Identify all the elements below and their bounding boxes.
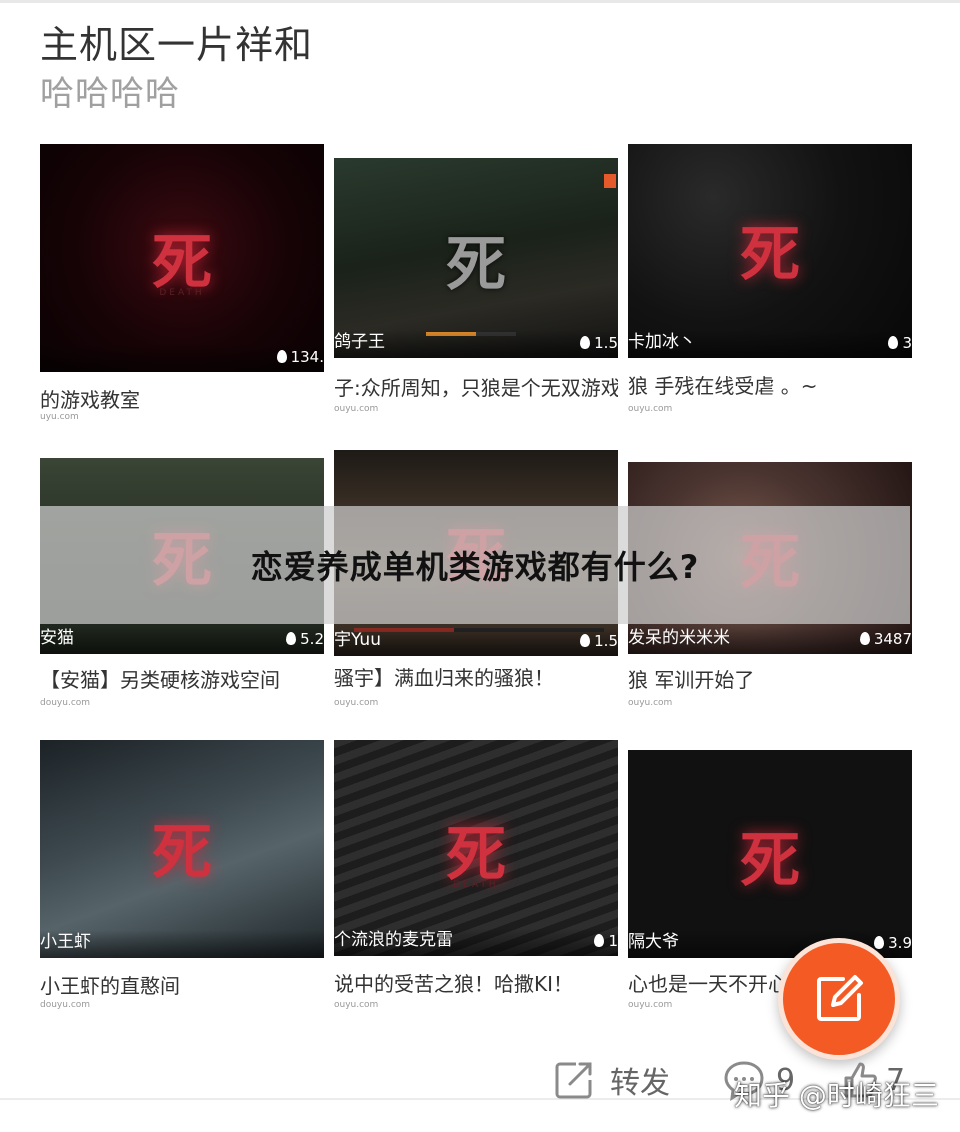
streamer-bar: 134.: [40, 344, 324, 372]
stream-thumbnail: 死 卡加冰丶 3: [628, 144, 912, 358]
top-divider: [0, 0, 960, 3]
streamer-bar: 个流浪的麦克雷 1: [334, 928, 618, 956]
death-text: 死: [152, 818, 212, 888]
heat-count: 5.2: [286, 630, 324, 648]
stream-description: 狼 手残在线受虐 。~: [628, 374, 818, 398]
site-label: ouyu.com: [334, 698, 379, 708]
death-text: 死: [740, 826, 800, 896]
streamer-bar: 宇Yuu 1.5: [334, 628, 618, 656]
streamer-name: 宇Yuu: [334, 630, 381, 650]
stream-thumbnail: 死 小王虾: [40, 740, 324, 958]
streamer-name: 隔大爷: [628, 932, 679, 952]
streamer-name: 小王虾: [40, 932, 91, 952]
flame-icon: [580, 336, 591, 349]
flame-icon: [859, 632, 870, 645]
site-label: ouyu.com: [334, 404, 379, 414]
post-subtitle: 哈哈哈哈: [40, 74, 180, 114]
heat-count: 3: [888, 334, 912, 352]
flame-icon: [874, 936, 885, 949]
flame-icon: [286, 632, 297, 645]
site-label: ouyu.com: [628, 698, 673, 708]
share-icon: [555, 1062, 592, 1099]
streamer-name: 卡加冰丶: [628, 332, 696, 352]
site-label: douyu.com: [40, 698, 91, 708]
heat-count: 1.5: [580, 632, 618, 650]
flame-icon: [276, 350, 287, 363]
repost-label: 转发: [610, 1066, 670, 1101]
death-subtext: DEATH: [159, 288, 205, 298]
stream-description: 的游戏教室: [40, 388, 140, 412]
heat-count: 1.5: [580, 334, 618, 352]
stream-thumbnail: 死 隔大爷 3.9: [628, 750, 912, 958]
compose-button[interactable]: [778, 938, 900, 1060]
site-label: ouyu.com: [628, 404, 673, 414]
stream-description: 【安猫】另类硬核游戏空间: [40, 668, 280, 692]
streamer-name: 安猫: [40, 628, 74, 648]
stream-card[interactable]: 死 DEATH 134. 的游戏教室 uyu.com: [40, 136, 324, 422]
repost-button[interactable]: 转发: [552, 1058, 670, 1102]
stream-description: 心也是一天不开心: [628, 972, 788, 996]
streamer-bar: 卡加冰丶 3: [628, 330, 912, 358]
heat-count: 134.: [276, 348, 324, 366]
stream-description: 子:众所周知，只狼是个无双游戏: [334, 376, 618, 400]
flame-icon: [594, 934, 605, 947]
stream-card[interactable]: 死 卡加冰丶 3 狼 手残在线受虐 。~ ouyu.com: [628, 136, 912, 422]
heat-count: 1: [594, 932, 618, 950]
stream-description: 骚宇】满血归来的骚狼！: [334, 666, 554, 690]
stream-thumbnail: 死 DEATH 个流浪的麦克雷 1: [334, 740, 618, 956]
headline-banner: 恋爱养成单机类游戏都有什么?: [40, 506, 910, 624]
streamer-bar: 鸽子王 1.5: [334, 330, 618, 358]
flame-icon: [580, 634, 591, 647]
stream-card[interactable]: 死 DEATH 个流浪的麦克雷 1 说中的受苦之狼！哈撒KI！ ouyu.com: [334, 728, 618, 1014]
streamer-bar: 小王虾: [40, 930, 324, 958]
notification-badge: [604, 174, 616, 188]
heat-count: 3487: [859, 630, 912, 648]
edit-icon: [817, 975, 863, 1021]
stream-description: 狼 军训开始了: [628, 668, 755, 692]
stream-thumbnail: 死 鸽子王 1.5: [334, 158, 618, 358]
post-title: 主机区一片祥和: [40, 23, 314, 67]
stream-description: 说中的受苦之狼！哈撒KI！: [334, 972, 574, 996]
streamer-bar: 安猫 5.2: [40, 626, 324, 654]
headline-text: 恋爱养成单机类游戏都有什么?: [250, 548, 700, 586]
death-text: 死: [446, 230, 506, 300]
stream-description: 小王虾的直憨间: [40, 974, 180, 998]
streamer-name: 个流浪的麦克雷: [334, 930, 453, 950]
heat-count: 3.9: [874, 934, 912, 952]
streamer-name: 鸽子王: [334, 332, 385, 352]
source-watermark: 知乎 @时崎狂三: [734, 1079, 939, 1112]
site-label: uyu.com: [40, 412, 79, 422]
site-label: ouyu.com: [334, 1000, 379, 1010]
site-label: ouyu.com: [628, 1000, 673, 1010]
death-text: 死: [740, 220, 800, 290]
streamer-name: 发呆的米米米: [628, 628, 730, 648]
site-label: douyu.com: [40, 1000, 91, 1010]
flame-icon: [888, 336, 899, 349]
stream-thumbnail: 死 DEATH 134.: [40, 144, 324, 372]
death-subtext: DEATH: [453, 880, 499, 890]
streamer-bar: 发呆的米米米 3487: [628, 626, 912, 654]
stream-card[interactable]: 死 小王虾 小王虾的直憨间 douyu.com: [40, 728, 324, 1014]
stream-card[interactable]: 死 鸽子王 1.5 子:众所周知，只狼是个无双游戏 ouyu.com: [334, 136, 618, 422]
